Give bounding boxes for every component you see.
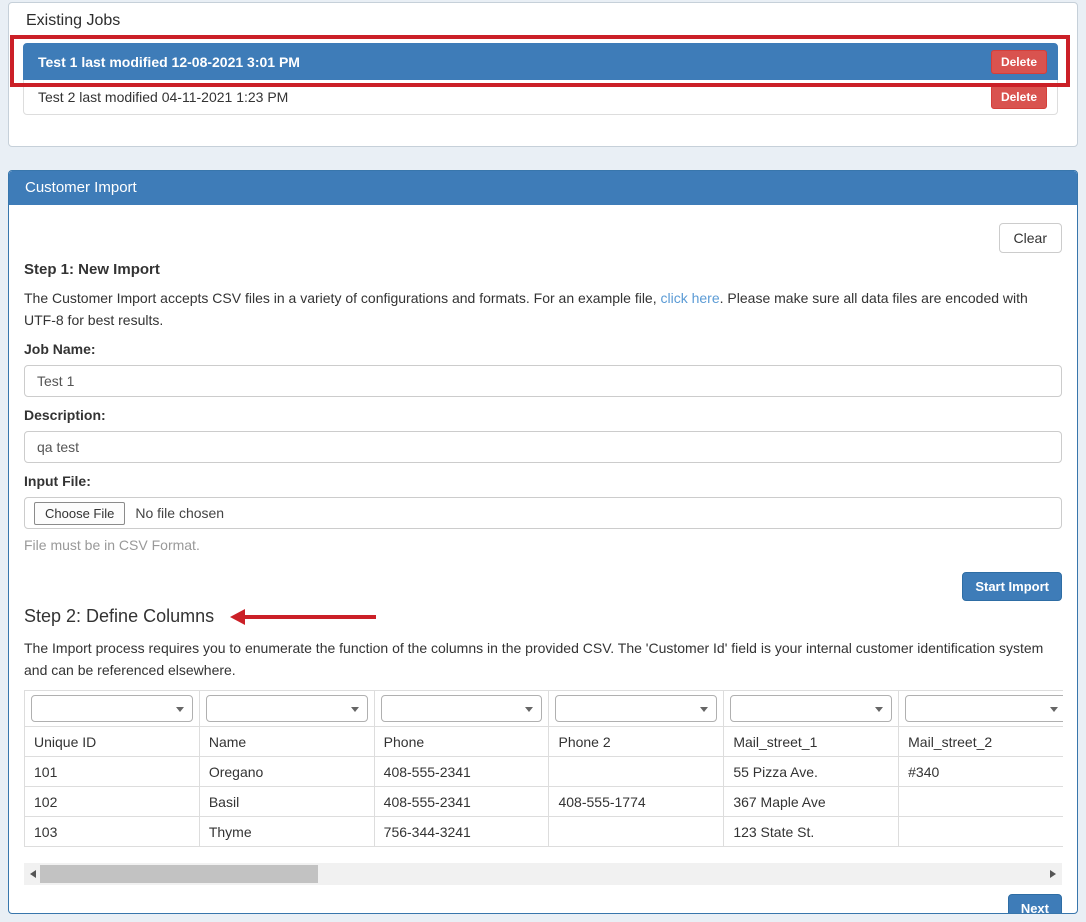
scroll-left-icon[interactable]	[30, 870, 36, 878]
file-format-hint: File must be in CSV Format.	[24, 537, 1062, 553]
table-cell: 756-344-3241	[374, 817, 549, 847]
job-row[interactable]: Test 1 last modified 12-08-2021 3:01 PM D…	[23, 43, 1058, 80]
caret-down-icon	[875, 707, 883, 712]
table-header-cell: Unique ID	[25, 727, 200, 757]
table-cell: 408-555-2341	[374, 757, 549, 787]
customer-import-panel: Customer Import Clear Step 1: New Import…	[8, 170, 1078, 914]
table-header-cell: Phone 2	[549, 727, 724, 757]
table-cell	[899, 817, 1063, 847]
column-mapping-select[interactable]	[31, 695, 193, 722]
job-name-label: Job Name:	[24, 341, 1062, 357]
job-list: Test 1 last modified 12-08-2021 3:01 PM D…	[23, 43, 1058, 115]
step1-intro-text-before: The Customer Import accepts CSV files in…	[24, 290, 661, 306]
column-mapping-select[interactable]	[381, 695, 543, 722]
column-mapping-select[interactable]	[905, 695, 1063, 722]
next-button[interactable]: Next	[1008, 894, 1062, 914]
customer-import-panel-body: Clear Step 1: New Import The Customer Im…	[9, 205, 1077, 914]
example-file-link[interactable]: click here	[661, 290, 720, 306]
annotation-arrow-icon	[230, 609, 380, 625]
table-cell: 101	[25, 757, 200, 787]
step1-heading: Step 1: New Import	[24, 261, 1062, 278]
table-header-cell: Name	[199, 727, 374, 757]
scrollbar-thumb[interactable]	[40, 865, 318, 883]
page: Existing Jobs Test 1 last modified 12-08…	[0, 0, 1086, 922]
caret-down-icon	[525, 707, 533, 712]
table-cell: 103	[25, 817, 200, 847]
table-cell: 367 Maple Ave	[724, 787, 899, 817]
column-mapping-select[interactable]	[206, 695, 368, 722]
table-cell: Basil	[199, 787, 374, 817]
table-cell	[899, 787, 1063, 817]
table-cell: 102	[25, 787, 200, 817]
table-row: 103Thyme756-344-3241 123 State St.	[25, 817, 1064, 847]
column-mapping-cell	[549, 691, 724, 727]
step1-intro: The Customer Import accepts CSV files in…	[24, 287, 1062, 331]
column-mapping-select[interactable]	[555, 695, 717, 722]
column-mapping-select[interactable]	[730, 695, 892, 722]
step2-heading: Step 2: Define Columns	[24, 606, 214, 627]
existing-jobs-title: Existing Jobs	[9, 3, 1077, 30]
input-file-label: Input File:	[24, 473, 1062, 489]
table-cell: 408-555-2341	[374, 787, 549, 817]
table-cell: 408-555-1774	[549, 787, 724, 817]
table-cell	[549, 757, 724, 787]
table-row: 101Oregano408-555-2341 55 Pizza Ave.#340	[25, 757, 1064, 787]
column-mapping-cell	[25, 691, 200, 727]
scroll-right-icon[interactable]	[1050, 870, 1056, 878]
existing-jobs-panel: Existing Jobs Test 1 last modified 12-08…	[8, 2, 1078, 147]
table-cell: #340	[899, 757, 1063, 787]
column-mapping-cell	[199, 691, 374, 727]
table-header-cell: Mail_street_2	[899, 727, 1063, 757]
job-label: Test 2 last modified 04-11-2021 1:23 PM	[38, 89, 288, 105]
choose-file-button[interactable]: Choose File	[34, 502, 125, 525]
table-cell: Thyme	[199, 817, 374, 847]
table-header-row: Unique IDNamePhonePhone 2Mail_street_1Ma…	[25, 727, 1064, 757]
description-label: Description:	[24, 407, 1062, 423]
job-row[interactable]: Test 2 last modified 04-11-2021 1:23 PM D…	[23, 79, 1058, 115]
column-mapping-select-row	[25, 691, 1064, 727]
table-cell	[549, 817, 724, 847]
caret-down-icon	[700, 707, 708, 712]
file-input[interactable]: Choose File No file chosen	[24, 497, 1062, 529]
horizontal-scrollbar[interactable]	[24, 863, 1062, 885]
table-header-cell: Phone	[374, 727, 549, 757]
customer-import-panel-title: Customer Import	[9, 171, 1077, 205]
no-file-chosen-text: No file chosen	[135, 505, 224, 521]
caret-down-icon	[176, 707, 184, 712]
table-row: 102Basil408-555-2341408-555-1774367 Mapl…	[25, 787, 1064, 817]
column-mapping-cell	[724, 691, 899, 727]
table-cell: Oregano	[199, 757, 374, 787]
description-input[interactable]	[24, 431, 1062, 463]
clear-button[interactable]: Clear	[999, 223, 1062, 253]
column-mapping-cell	[899, 691, 1063, 727]
start-import-button[interactable]: Start Import	[962, 572, 1062, 601]
job-label: Test 1 last modified 12-08-2021 3:01 PM	[38, 54, 300, 70]
delete-button[interactable]: Delete	[991, 85, 1047, 109]
caret-down-icon	[1050, 707, 1058, 712]
step2-intro: The Import process requires you to enume…	[24, 637, 1062, 681]
job-name-input[interactable]	[24, 365, 1062, 397]
caret-down-icon	[351, 707, 359, 712]
column-mapping-cell	[374, 691, 549, 727]
table-cell: 123 State St.	[724, 817, 899, 847]
define-columns-table-wrap: Unique IDNamePhonePhone 2Mail_street_1Ma…	[24, 690, 1063, 847]
table-cell: 55 Pizza Ave.	[724, 757, 899, 787]
table-header-cell: Mail_street_1	[724, 727, 899, 757]
delete-button[interactable]: Delete	[991, 50, 1047, 74]
define-columns-table: Unique IDNamePhonePhone 2Mail_street_1Ma…	[24, 690, 1063, 847]
